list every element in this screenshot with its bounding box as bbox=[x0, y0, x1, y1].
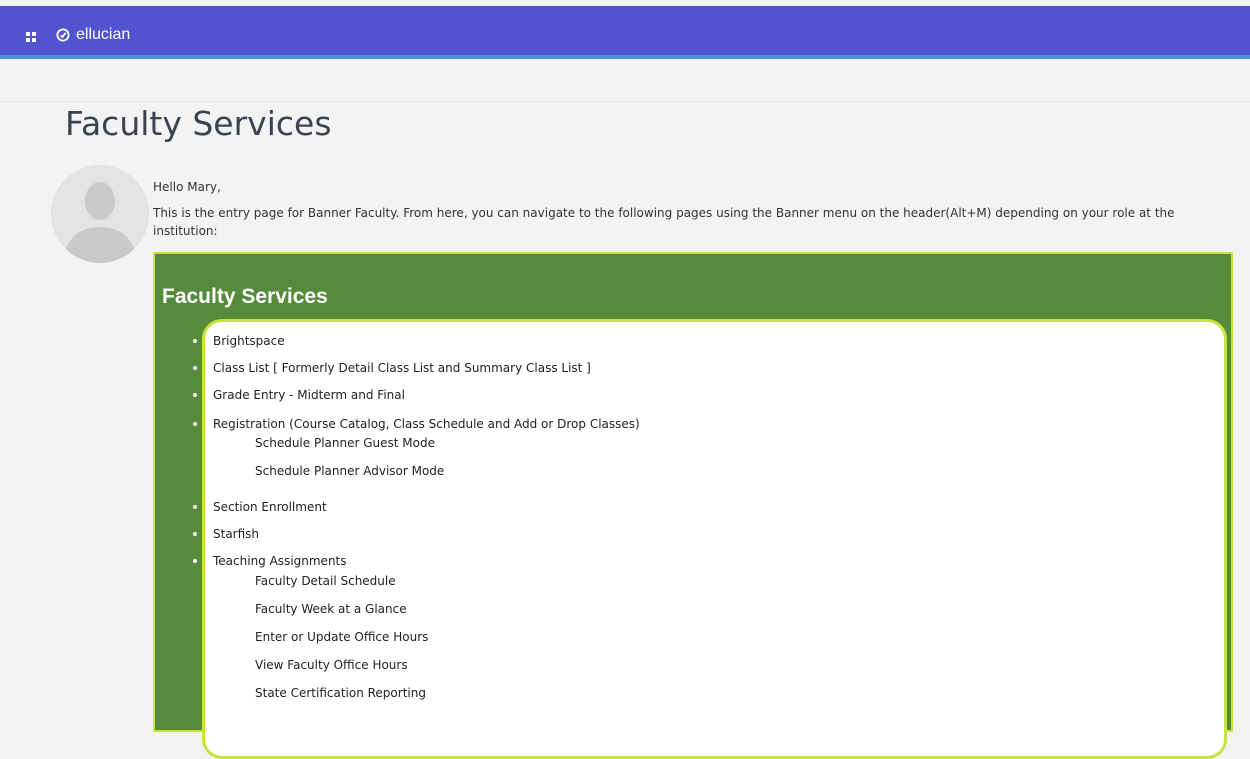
link-grade-entry[interactable]: Grade Entry - Midterm and Final bbox=[213, 388, 405, 402]
link-class-list[interactable]: Class List [ Formerly Detail Class List … bbox=[213, 361, 591, 375]
app-grid-icon[interactable] bbox=[26, 32, 36, 42]
link-schedule-planner-guest[interactable]: Schedule Planner Guest Mode bbox=[255, 436, 435, 450]
link-section-enrollment[interactable]: Section Enrollment bbox=[213, 500, 327, 514]
ellucian-logo-icon bbox=[56, 28, 70, 42]
top-nav-bar: ellucian bbox=[0, 6, 1250, 59]
link-view-office-hours[interactable]: View Faculty Office Hours bbox=[255, 658, 408, 672]
faculty-services-panel: Faculty Services Brightspace Class List … bbox=[153, 252, 1233, 759]
intro-text: This is the entry page for Banner Facult… bbox=[153, 206, 1175, 238]
avatar-person-icon bbox=[51, 165, 149, 263]
link-teaching-assignments[interactable]: Teaching Assignments bbox=[213, 554, 347, 568]
ellucian-logo[interactable]: ellucian bbox=[56, 26, 130, 44]
page-title: Faculty Services bbox=[65, 104, 332, 143]
link-schedule-planner-advisor[interactable]: Schedule Planner Advisor Mode bbox=[255, 464, 444, 478]
divider bbox=[0, 101, 1250, 102]
bullet-icon bbox=[193, 559, 197, 563]
link-state-certification[interactable]: State Certification Reporting bbox=[255, 686, 426, 700]
bullet-icon bbox=[193, 422, 197, 426]
brand-name: ellucian bbox=[76, 26, 131, 43]
bullet-icon bbox=[193, 532, 197, 536]
panel-title: Faculty Services bbox=[162, 285, 328, 308]
link-starfish[interactable]: Starfish bbox=[213, 527, 259, 541]
link-faculty-detail-schedule[interactable]: Faculty Detail Schedule bbox=[255, 574, 396, 588]
bullet-icon bbox=[193, 366, 197, 370]
bullet-icon bbox=[193, 505, 197, 509]
bullet-icon bbox=[193, 393, 197, 397]
link-brightspace[interactable]: Brightspace bbox=[213, 334, 285, 348]
link-faculty-week-at-a-glance[interactable]: Faculty Week at a Glance bbox=[255, 602, 407, 616]
bullet-icon bbox=[193, 339, 197, 343]
link-office-hours[interactable]: Enter or Update Office Hours bbox=[255, 630, 428, 644]
user-avatar bbox=[51, 165, 149, 263]
greeting-text: Hello Mary, bbox=[153, 180, 221, 194]
link-registration[interactable]: Registration (Course Catalog, Class Sche… bbox=[213, 417, 640, 431]
